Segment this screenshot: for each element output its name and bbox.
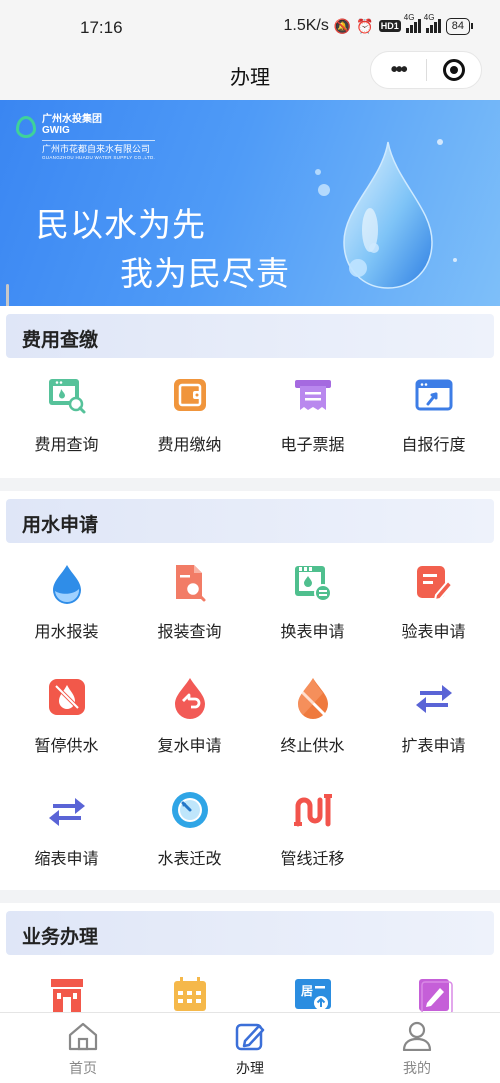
document-search-icon — [175, 565, 205, 602]
item-label: 自报行度 — [401, 437, 466, 454]
item-label: 换表申请 — [280, 624, 345, 641]
edit-icon — [235, 1023, 265, 1051]
item-fee-query[interactable]: 费用查询 — [4, 374, 129, 474]
more-options-button[interactable]: ••• — [371, 60, 426, 80]
home-icon — [68, 1022, 98, 1051]
calendar-icon — [173, 977, 206, 1011]
logo-text-company-en: GUANGZHOU HUADU WATER SUPPLY CO.,LTD. — [42, 155, 156, 160]
water-off-icon — [48, 679, 85, 715]
company-logo: 广州水投集团 GWIG 广州市花都自来水有限公司 GUANGZHOU HUADU… — [16, 114, 156, 161]
logo-mark-icon — [16, 116, 36, 138]
item-label: 暂停供水 — [34, 738, 99, 755]
store-icon — [50, 979, 83, 1013]
receipt-icon — [294, 380, 331, 410]
bill-search-icon — [48, 379, 85, 414]
item-label: 费用查询 — [34, 437, 99, 454]
item-label: 费用缴纳 — [157, 437, 222, 454]
hd-badge: HD1 — [378, 20, 401, 32]
nav-bar: 办理 ••• — [0, 51, 500, 100]
water-drop-illustration — [315, 139, 457, 289]
gauge-icon — [171, 792, 208, 828]
mute-bell-icon: 🔕 — [333, 17, 352, 34]
section-title-text: 业务办理 — [22, 927, 99, 948]
miniprogram-capsule: ••• — [370, 51, 482, 89]
status-time: 17:16 — [80, 18, 123, 37]
alarm-icon: ⏰ — [356, 17, 374, 34]
item-label: 验表申请 — [401, 624, 466, 641]
user-icon — [402, 1021, 432, 1052]
water-drop-icon — [52, 565, 81, 604]
item-fee-payment[interactable]: 费用缴纳 — [127, 374, 252, 474]
section-title-text: 用水申请 — [22, 515, 99, 536]
item-water-install[interactable]: 用水报装 — [4, 561, 129, 661]
net-speed: 1.5K/s — [283, 17, 329, 34]
tab-home-label: 首页 — [69, 1060, 97, 1076]
item-self-report[interactable]: 自报行度 — [371, 374, 496, 474]
item-label: 报装查询 — [157, 624, 222, 641]
logo-text-company: 广州市花都自来水有限公司 — [42, 140, 156, 155]
banner[interactable]: 广州水投集团 GWIG 广州市花都自来水有限公司 GUANGZHOU HUADU… — [0, 100, 500, 306]
wallet-icon — [173, 379, 206, 411]
item-label: 电子票据 — [280, 437, 345, 454]
tab-mine-label: 我的 — [403, 1060, 431, 1076]
signal-icon-2: 4G — [424, 13, 441, 33]
close-miniprogram-button[interactable] — [426, 59, 481, 81]
item-label: 缩表申请 — [34, 851, 99, 868]
item-label: 终止供水 — [280, 738, 345, 755]
signal-icon: 4G — [404, 13, 421, 33]
item-label: 复水申请 — [157, 738, 222, 755]
item-shrink-meter[interactable]: 缩表申请 — [4, 788, 129, 888]
shrink-arrows-icon — [48, 798, 85, 826]
tab-home[interactable]: 首页 — [0, 1021, 166, 1078]
tab-handle[interactable]: 办理 — [167, 1021, 333, 1078]
svg-text:居: 居 — [301, 984, 313, 998]
pipeline-icon — [293, 794, 332, 827]
logo-text-gwig: GWIG — [42, 125, 70, 136]
edit-form-icon — [416, 566, 453, 602]
section-title-text: 费用查缴 — [22, 330, 99, 351]
section-water-apply: 用水申请 用水报装 报装查询 换表申请 验表申请 暂停供水 复水申请 终止供水 … — [0, 491, 500, 890]
item-restore-supply[interactable]: 复水申请 — [127, 675, 252, 775]
item-label: 扩表申请 — [401, 738, 466, 755]
item-label: 管线迁移 — [280, 851, 345, 868]
section-title-fee: 费用查缴 — [6, 314, 494, 358]
tab-mine[interactable]: 我的 — [334, 1021, 500, 1078]
tab-bar: 首页 办理 我的 — [0, 1012, 500, 1083]
item-meter-relocate[interactable]: 水表迁改 — [127, 788, 252, 888]
item-e-receipt[interactable]: 电子票据 — [250, 374, 375, 474]
item-meter-exchange[interactable]: 换表申请 — [250, 561, 375, 661]
residence-upload-icon: 居 — [294, 979, 331, 1010]
banner-slogan-1: 民以水为先 — [36, 206, 206, 243]
item-pipeline-relocate[interactable]: 管线迁移 — [250, 788, 375, 888]
meter-exchange-icon — [294, 566, 332, 602]
status-bar: 17:16 1.5K/s 🔕 ⏰ HD1 4G 4G 84 — [0, 0, 500, 56]
section-business: 业务办理 居 — [0, 903, 500, 1015]
water-stop-icon — [297, 678, 328, 719]
water-restore-icon — [174, 678, 205, 719]
target-icon — [442, 59, 465, 81]
tab-handle-label: 办理 — [236, 1060, 264, 1076]
section-title-water: 用水申请 — [6, 499, 494, 543]
battery-icon: 84 — [445, 17, 474, 35]
expand-arrows-icon — [415, 685, 452, 713]
section-fee: 费用查缴 费用查询 费用缴纳 电子票据 自报行度 — [0, 306, 500, 478]
item-suspend-supply[interactable]: 暂停供水 — [4, 675, 129, 775]
self-report-icon — [415, 379, 452, 411]
item-label: 用水报装 — [34, 624, 99, 641]
item-terminate-supply[interactable]: 终止供水 — [250, 675, 375, 775]
section-title-business: 业务办理 — [6, 911, 494, 955]
pencil-note-icon — [418, 979, 453, 1015]
item-expand-meter[interactable]: 扩表申请 — [371, 675, 496, 775]
banner-slogan-2: 我为民尽责 — [120, 255, 290, 292]
item-meter-check[interactable]: 验表申请 — [371, 561, 496, 661]
item-label: 水表迁改 — [157, 851, 222, 868]
item-install-query[interactable]: 报装查询 — [127, 561, 252, 661]
